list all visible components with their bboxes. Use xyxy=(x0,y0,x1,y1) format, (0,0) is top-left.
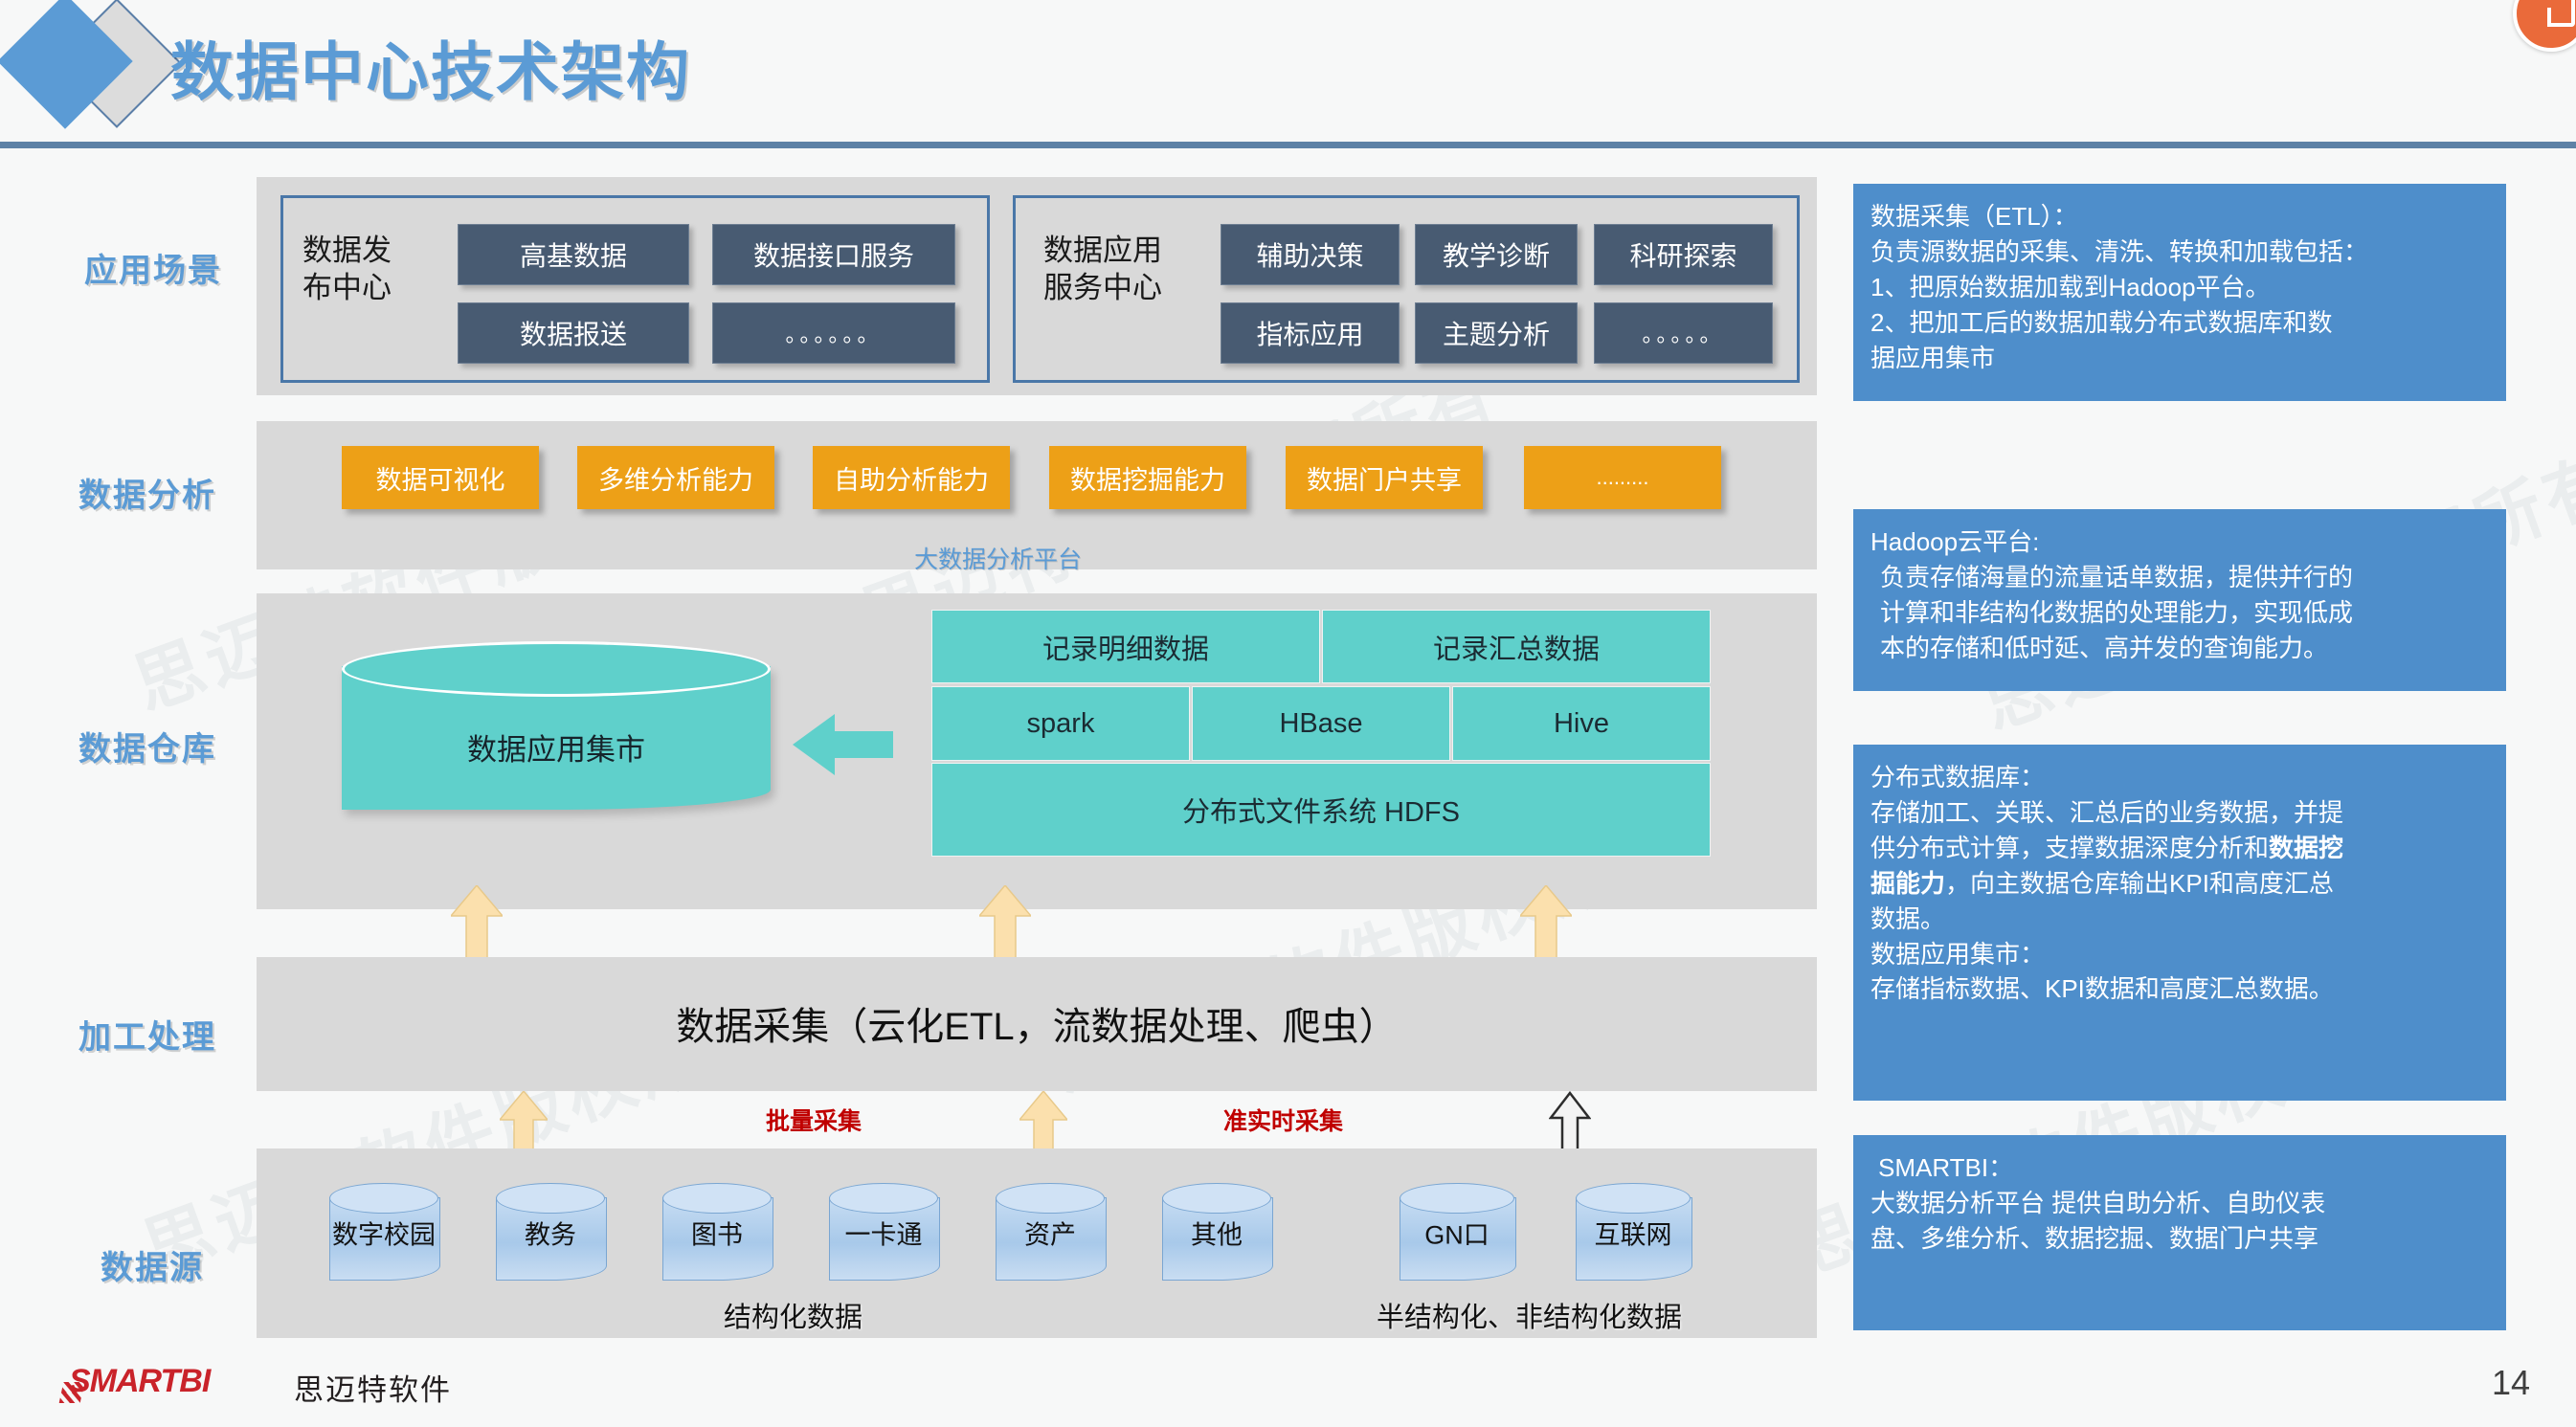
panel-line-with-bold: 供分布式计算，支撑数据深度分析和数据挖 xyxy=(1870,831,2491,866)
row-label-processing: 加工处理 xyxy=(78,1019,216,1056)
panel-line: 大数据分析平台 提供自助分析、自助仪表 xyxy=(1870,1188,2326,1217)
chip-kpi-application[interactable]: 指标应用 xyxy=(1221,302,1400,364)
panel-line: 存储加工、关联、汇总后的业务数据，并提 xyxy=(1870,797,2344,827)
page-title: 数据中心技术架构 xyxy=(170,36,691,107)
chip-teaching-diagnosis[interactable]: 教学诊断 xyxy=(1415,224,1578,285)
panel-line: 数据。 xyxy=(1870,903,1946,933)
source-cylinder-campus-card[interactable]: 一卡通 xyxy=(829,1183,940,1281)
panel-line-text: 供分布式计算，支撑数据深度分析和 xyxy=(1870,833,2270,862)
panel-line: 存储指标数据、KPI数据和高度汇总数据。 xyxy=(1870,974,2334,1004)
chip-more-appservice[interactable]: 。。。。。 xyxy=(1594,302,1773,364)
group-label-appservice: 数据应用 服务中心 xyxy=(1043,233,1162,307)
company-name: 思迈特软件 xyxy=(294,1373,452,1407)
label-batch-collect: 批量采集 xyxy=(766,1108,862,1135)
chip-data-report[interactable]: 数据报送 xyxy=(458,302,689,364)
panel-bold-text: 掘能力 xyxy=(1870,868,1946,898)
panel-line: 盘、多维分析、数据挖掘、数据门户共享 xyxy=(1870,1223,2319,1253)
source-label: 其他 xyxy=(1191,1220,1243,1250)
info-panel-distributed-db: 分布式数据库： 存储加工、关联、汇总后的业务数据，并提 供分布式计算，支撑数据深… xyxy=(1853,745,2506,1101)
panel-line-with-bold: 掘能力，向主数据仓库输出KPI和高度汇总 xyxy=(1870,866,2491,902)
row-label-source: 数据源 xyxy=(101,1250,204,1286)
source-cylinder-assets[interactable]: 资产 xyxy=(996,1183,1107,1281)
up-arrow-icon xyxy=(977,883,1033,963)
source-label: 资产 xyxy=(1024,1220,1076,1250)
chip-record-summary[interactable]: 记录汇总数据 xyxy=(1322,610,1711,683)
chip-more-analysis[interactable]: ......... xyxy=(1524,446,1721,509)
info-panel-etl: 数据采集（ETL）： 负责源数据的采集、清洗、转换和加载包括： 1、把原始数据加… xyxy=(1853,184,2506,401)
panel-line-text: ，向主数据仓库输出KPI和高度汇总 xyxy=(1945,868,2334,898)
source-label: 一卡通 xyxy=(844,1220,923,1250)
panel-line: 1、把原始数据加载到Hadoop平台。 xyxy=(1870,272,2271,301)
source-label: 教务 xyxy=(525,1220,576,1250)
chip-selfservice-analysis[interactable]: 自助分析能力 xyxy=(813,446,1010,509)
chip-hbase[interactable]: HBase xyxy=(1192,686,1450,761)
group-label-publish: 数据发 布中心 xyxy=(302,233,392,307)
label-unstructured-data: 半结构化、非结构化数据 xyxy=(1377,1303,1683,1333)
up-arrow-icon xyxy=(1518,883,1574,963)
info-panel-hadoop: Hadoop云平台: 负责存储海量的流量话单数据，提供并行的 计算和非结构化数据… xyxy=(1853,509,2506,691)
source-cylinder-digital-campus[interactable]: 数字校园 xyxy=(329,1183,440,1281)
panel-line: 据应用集市 xyxy=(1870,343,1996,372)
row-label-analysis: 数据分析 xyxy=(78,478,216,514)
chip-record-detail[interactable]: 记录明细数据 xyxy=(931,610,1320,683)
label-nearrealtime-collect: 准实时采集 xyxy=(1223,1108,1344,1135)
panel-line: 负责源数据的采集、清洗、转换和加载包括： xyxy=(1870,236,2369,266)
panel-line: Hadoop云平台: xyxy=(1870,527,2040,556)
chip-data-api[interactable]: 数据接口服务 xyxy=(712,224,955,285)
group-label-appservice-line2: 服务中心 xyxy=(1043,270,1162,304)
up-arrow-icon xyxy=(449,883,504,963)
panel-line: 分布式数据库： xyxy=(1870,763,2046,792)
source-label: 图书 xyxy=(691,1220,743,1250)
source-label: 数字校园 xyxy=(332,1220,436,1250)
data-mart-label: 数据应用集市 xyxy=(467,733,645,767)
slide-header: 数据中心技术架构 xyxy=(0,0,2576,148)
label-structured-data: 结构化数据 xyxy=(724,1303,863,1333)
chip-hive[interactable]: Hive xyxy=(1452,686,1711,761)
panel-line: SMARTBI： xyxy=(1878,1153,2014,1182)
chip-spark[interactable]: spark xyxy=(931,686,1190,761)
header-divider xyxy=(0,142,2576,148)
left-arrow-icon xyxy=(793,710,893,779)
chip-topic-analysis[interactable]: 主题分析 xyxy=(1415,302,1578,364)
analysis-platform-label: 大数据分析平台 xyxy=(914,546,1083,573)
source-label: 互联网 xyxy=(1594,1220,1672,1250)
source-cylinder-other[interactable]: 其他 xyxy=(1162,1183,1273,1281)
panel-line: 数据应用集市： xyxy=(1870,939,2046,969)
chip-decision-support[interactable]: 辅助决策 xyxy=(1221,224,1400,285)
panel-line: 计算和非结构化数据的处理能力，实现低成 xyxy=(1880,597,2354,627)
chip-gaoji-shuju[interactable]: 高基数据 xyxy=(458,224,689,285)
info-panel-smartbi: SMARTBI： 大数据分析平台 提供自助分析、自助仪表 盘、多维分析、数据挖掘… xyxy=(1853,1135,2506,1330)
source-cylinder-gn-port[interactable]: GN口 xyxy=(1400,1183,1516,1281)
data-mart-cylinder: 数据应用集市 xyxy=(342,641,771,810)
chip-more-publish[interactable]: 。。。。。。 xyxy=(712,302,955,364)
source-cylinder-internet[interactable]: 互联网 xyxy=(1576,1183,1692,1281)
panel-line: 负责存储海量的流量话单数据，提供并行的 xyxy=(1880,562,2354,591)
panel-line: 数据采集（ETL）： xyxy=(1870,202,2078,231)
chip-multidim-analysis[interactable]: 多维分析能力 xyxy=(577,446,774,509)
source-label: GN口 xyxy=(1424,1220,1490,1250)
group-label-appservice-line1: 数据应用 xyxy=(1043,234,1162,267)
page-number: 14 xyxy=(2491,1363,2530,1402)
panel-line: 2、把加工后的数据加载分布式数据库和数 xyxy=(1870,307,2333,337)
row-label-warehouse: 数据仓库 xyxy=(78,731,216,768)
chip-hdfs[interactable]: 分布式文件系统 HDFS xyxy=(931,763,1711,857)
processing-title: 数据采集（云化ETL，流数据处理、爬虫） xyxy=(676,1006,1398,1048)
chip-data-visualization[interactable]: 数据可视化 xyxy=(342,446,539,509)
panel-bold-text: 数据挖 xyxy=(2269,833,2344,862)
group-label-publish-line1: 数据发 xyxy=(302,234,392,267)
group-label-publish-line2: 布中心 xyxy=(302,270,392,304)
source-cylinder-academic-affairs[interactable]: 教务 xyxy=(496,1183,607,1281)
chip-research-explore[interactable]: 科研探索 xyxy=(1594,224,1773,285)
chip-data-mining[interactable]: 数据挖掘能力 xyxy=(1049,446,1246,509)
smartbi-logo: SMARTBI xyxy=(69,1363,211,1399)
slide-root: 思迈特软件版权所有 思迈特软件版权所有 思迈特软件版权所有 思迈特软件版权所有 … xyxy=(0,0,2576,1427)
panel-line: 本的存储和低时延、高并发的查询能力。 xyxy=(1880,633,2329,662)
chip-data-portal-share[interactable]: 数据门户共享 xyxy=(1286,446,1483,509)
row-label-application: 应用场景 xyxy=(84,253,222,289)
source-cylinder-library[interactable]: 图书 xyxy=(662,1183,773,1281)
